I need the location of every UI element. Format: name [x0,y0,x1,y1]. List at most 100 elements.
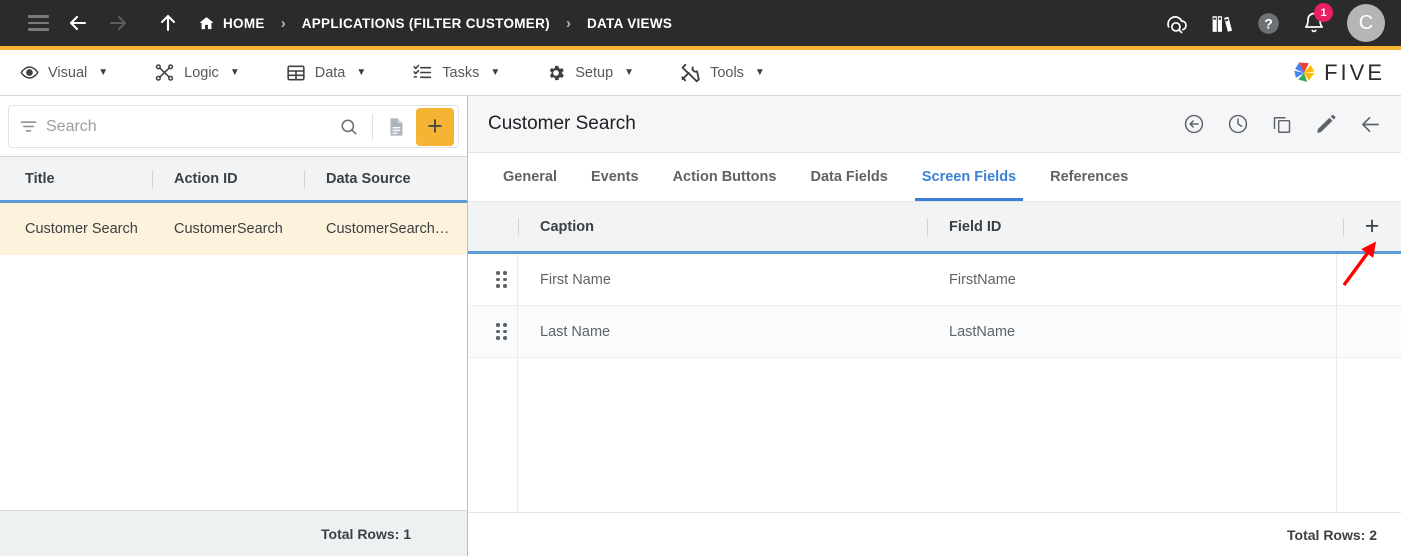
breadcrumb-label-home: HOME [223,15,265,31]
column-header-action-id[interactable]: Action ID [152,157,304,200]
grid-row[interactable]: First Name FirstName [468,254,1401,306]
search-bar: + [8,105,459,148]
tab-action-buttons[interactable]: Action Buttons [656,153,794,201]
help-icon[interactable]: ? [1249,4,1287,42]
grid-column-handle [468,202,518,251]
search-toolbar: + [0,96,467,156]
menu-item-data[interactable]: Data ▼ [286,63,389,83]
table-row[interactable]: Customer Search CustomerSearch CustomerS… [0,203,467,255]
menu-item-visual[interactable]: Visual ▼ [20,63,130,82]
breadcrumb-item-data-views[interactable]: DATA VIEWS [587,16,672,31]
menu-item-tools[interactable]: Tools ▼ [680,62,787,83]
grid-cell-actions [1343,306,1401,357]
forward-arrow-icon[interactable] [98,3,138,43]
magnifier-icon[interactable] [332,110,366,144]
chevron-down-icon: ▼ [754,67,765,78]
chevron-down-icon: ▼ [98,67,109,78]
breadcrumb-label-applications: APPLICATIONS (FILTER CUSTOMER) [301,15,550,31]
menu-item-setup[interactable]: Setup ▼ [546,63,656,83]
grid-body: First Name FirstName Last Name LastName [468,254,1401,512]
document-icon[interactable] [379,110,413,144]
tab-label-general: General [503,169,557,185]
back-arrow-icon[interactable] [1353,107,1387,141]
tab-label-action-buttons: Action Buttons [672,169,777,185]
grid-column-header-field-id[interactable]: Field ID [927,202,1343,251]
chevron-down-icon: ▼ [229,67,240,78]
menu-item-logic[interactable]: Logic ▼ [154,62,262,83]
row-drag-handle[interactable] [468,254,518,305]
cloud-search-icon[interactable] [1157,4,1195,42]
column-divider[interactable] [927,218,928,235]
column-header-data-source[interactable]: Data Source [304,157,467,200]
cell-data-source: CustomerSearch… [326,221,450,237]
column-divider[interactable] [518,218,519,235]
checklist-icon [412,62,433,83]
grid-column-line [517,254,518,512]
breadcrumb-item-applications[interactable]: APPLICATIONS (FILTER CUSTOMER) [302,16,550,31]
cell-action-id: CustomerSearch [174,221,283,237]
chevron-down-icon: ▼ [624,67,635,78]
table-header-row: Title Action ID Data Source [0,156,467,203]
five-logo: FIVE [1291,60,1385,86]
back-arrow-icon[interactable] [58,3,98,43]
tab-label-references: References [1050,169,1129,185]
tab-general[interactable]: General [486,153,574,201]
grid-column-header-caption[interactable]: Caption [518,202,927,251]
breadcrumb-item-home[interactable]: HOME [198,15,265,32]
avatar[interactable]: C [1347,4,1385,42]
column-divider[interactable] [152,170,153,187]
tab-label-data-fields: Data Fields [810,169,888,185]
tab-references[interactable]: References [1033,153,1145,201]
table-body: Customer Search CustomerSearch CustomerS… [0,203,467,510]
library-icon[interactable] [1203,4,1241,42]
menu-label-tools: Tools [710,64,744,81]
grid-column-header-field-id-label: Field ID [949,218,1002,235]
row-drag-handle[interactable] [468,306,518,357]
grid-row[interactable]: Last Name LastName [468,306,1401,358]
grid-cell-field-id: LastName [949,323,1016,340]
copy-icon[interactable] [1265,107,1299,141]
tools-icon [680,62,701,83]
hamburger-icon[interactable] [18,3,58,43]
detail-panel-footer: Total Rows: 2 [468,512,1401,556]
column-divider [1343,218,1344,235]
main-menu-bar: Visual ▼ Logic ▼ Data ▼ Tasks ▼ Setup ▼ … [0,50,1401,96]
detail-header: Customer Search [468,96,1401,153]
home-icon [198,15,215,32]
grid-add-row-button[interactable]: + [1343,202,1401,251]
grid-cell-caption: First Name [540,271,611,288]
breadcrumb-separator: › [280,14,286,32]
five-logo-text: FIVE [1324,59,1385,85]
up-arrow-icon[interactable] [148,3,188,43]
grid-column-header-caption-label: Caption [540,218,594,235]
breadcrumb-label-data-views: DATA VIEWS [586,15,673,31]
table-icon [286,63,306,83]
menu-label-setup: Setup [575,64,614,81]
gear-icon [546,63,566,83]
svg-text:?: ? [1264,15,1273,31]
menu-item-tasks[interactable]: Tasks ▼ [412,62,522,83]
edit-pencil-icon[interactable] [1309,107,1343,141]
notification-bell-icon[interactable]: 1 [1295,3,1333,42]
column-header-title[interactable]: Title [0,157,152,200]
column-divider[interactable] [304,170,305,187]
tab-screen-fields[interactable]: Screen Fields [905,153,1033,201]
breadcrumb: HOME › APPLICATIONS (FILTER CUSTOMER) › … [198,15,672,32]
tab-label-events: Events [591,169,639,185]
grid-cell-actions [1343,254,1401,305]
plus-icon: + [1364,212,1380,240]
tab-data-fields[interactable]: Data Fields [793,153,904,201]
drag-grip-icon [496,271,507,288]
tab-label-screen-fields: Screen Fields [921,169,1017,185]
filter-icon[interactable] [19,117,38,136]
undo-icon[interactable] [1177,107,1211,141]
chevron-down-icon: ▼ [356,67,367,78]
page-title: Customer Search [488,113,636,134]
history-clock-icon[interactable] [1221,107,1255,141]
total-rows-label: Total Rows: 2 [1287,526,1377,543]
tab-events[interactable]: Events [574,153,656,201]
toolbar-divider [372,113,373,140]
add-record-button[interactable]: + [416,107,454,146]
grid-cell-field-id: FirstName [949,271,1016,288]
search-input[interactable] [46,117,332,136]
